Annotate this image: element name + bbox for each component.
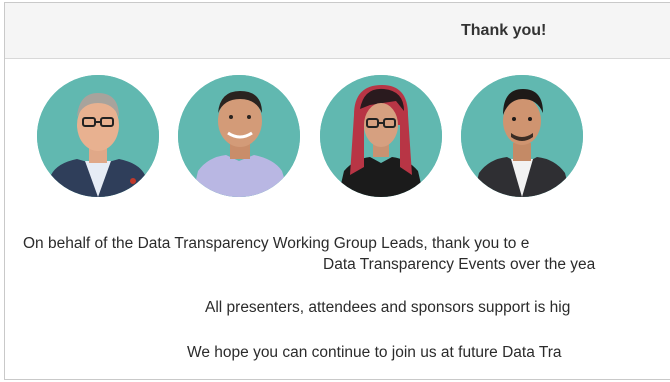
avatar-team-lead-4 (461, 75, 583, 197)
card-header: Thank you! (5, 3, 670, 59)
card-title: Thank you! (461, 22, 547, 39)
avatar-team-lead-3 (320, 75, 442, 197)
message-line-4: We hope you can continue to join us at f… (187, 344, 562, 361)
message-line-3: All presenters, attendees and sponsors s… (205, 299, 571, 316)
message-line-2: Data Transparency Events over the yea (323, 256, 596, 273)
avatar-team-lead-1 (37, 75, 159, 197)
message-line-1: On behalf of the Data Transparency Worki… (23, 235, 530, 252)
avatar-team-lead-2 (178, 75, 300, 197)
